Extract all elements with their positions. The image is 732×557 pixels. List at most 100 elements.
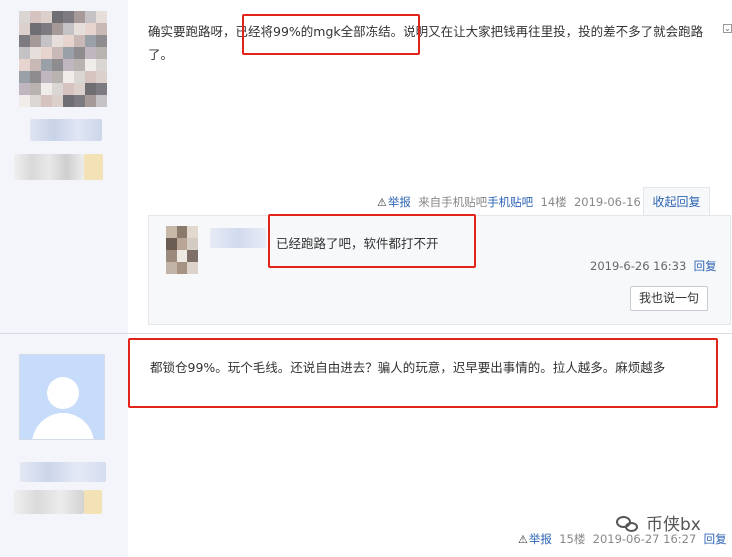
avatar-mosaic-tile (41, 35, 52, 47)
avatar-mosaic-tile (52, 35, 63, 47)
avatar-mosaic-tile (63, 47, 74, 59)
avatar-mosaic-tile (30, 59, 41, 71)
avatar-mosaic-tile (63, 59, 74, 71)
avatar-mosaic-tile (96, 83, 107, 95)
user-avatar-default[interactable] (19, 354, 105, 440)
avatar-mosaic-tile (63, 71, 74, 83)
avatar-mosaic-tile (41, 23, 52, 35)
avatar-mosaic-tile (30, 23, 41, 35)
say-something-button[interactable]: 我也说一句 (630, 286, 708, 311)
avatar-mosaic-tile (30, 83, 41, 95)
post-menu-arrow-icon[interactable]: ⌄ (723, 24, 732, 33)
reply-username-blurred[interactable] (210, 228, 266, 248)
username-blurred[interactable] (20, 462, 106, 482)
floor-number: 14楼 (540, 195, 567, 209)
avatar-mosaic-tile (166, 262, 177, 274)
avatar-mosaic-tile (74, 83, 85, 95)
avatar-mosaic-tile (85, 35, 96, 47)
avatar-mosaic-tile (63, 83, 74, 95)
avatar-mosaic-tile (41, 59, 52, 71)
user-badge-blurred (14, 490, 84, 514)
avatar-mosaic-tile (52, 95, 63, 107)
post-source: 来自手机贴吧 (418, 195, 488, 209)
avatar-mosaic-tile (63, 11, 74, 23)
avatar-mosaic-tile (19, 59, 30, 71)
report-link[interactable]: 举报 (529, 532, 552, 546)
watermark: 币侠bx (616, 510, 732, 540)
warning-triangle-icon: ⚠ (377, 196, 387, 209)
highlight-box (242, 14, 420, 55)
avatar-mosaic-tile (30, 71, 41, 83)
avatar-mosaic-tile (74, 59, 85, 71)
avatar-mosaic-tile (52, 23, 63, 35)
avatar-mosaic-tile (96, 47, 107, 59)
user-level-badge-blurred (84, 490, 102, 514)
avatar-mosaic-tile (96, 59, 107, 71)
avatar-mosaic-tile (176, 226, 188, 238)
user-level-badge-blurred (84, 154, 103, 180)
avatar-mosaic-tile (187, 238, 198, 250)
report-link[interactable]: 举报 (388, 195, 411, 209)
post-divider (0, 333, 732, 334)
avatar-mosaic-tile (85, 83, 96, 95)
post-meta-line: ⚠举报 来自手机贴吧手机贴吧 14楼 2019-06-16 13:33 (377, 194, 678, 210)
reply-user-avatar-pixelated[interactable] (166, 226, 198, 274)
avatar-body-shape (32, 413, 94, 439)
avatar-mosaic-tile (30, 11, 41, 23)
avatar-mosaic-tile (19, 95, 30, 107)
username-blurred[interactable] (30, 119, 102, 141)
avatar-mosaic-tile (96, 35, 107, 47)
avatar-mosaic-tile (41, 11, 52, 23)
avatar-mosaic-tile (96, 95, 107, 107)
avatar-mosaic-tile (41, 47, 52, 59)
avatar-mosaic-tile (176, 238, 188, 250)
highlight-box (128, 338, 718, 408)
avatar-head-shape (47, 377, 79, 409)
floor-number: 15楼 (559, 532, 586, 546)
avatar-mosaic-tile (52, 71, 63, 83)
highlight-box (268, 214, 476, 268)
user-badge-blurred (14, 154, 84, 180)
avatar-mosaic-tile (52, 11, 63, 23)
warning-triangle-icon: ⚠ (518, 533, 528, 546)
avatar-mosaic-tile (187, 226, 198, 238)
avatar-mosaic-tile (166, 250, 177, 262)
avatar-mosaic-tile (30, 47, 41, 59)
user-avatar-pixelated[interactable] (19, 11, 107, 107)
avatar-mosaic-tile (96, 11, 107, 23)
avatar-mosaic-tile (63, 35, 74, 47)
avatar-mosaic-tile (19, 47, 30, 59)
avatar-mosaic-tile (96, 71, 107, 83)
avatar-mosaic-tile (41, 71, 52, 83)
reply-link[interactable]: 回复 (694, 259, 717, 273)
avatar-mosaic-tile (85, 11, 96, 23)
avatar-mosaic-tile (19, 11, 30, 23)
avatar-mosaic-tile (176, 262, 188, 274)
avatar-mosaic-tile (74, 35, 85, 47)
watermark-text: 币侠bx (646, 515, 701, 535)
avatar-mosaic-tile (166, 238, 177, 250)
avatar-mosaic-tile (74, 47, 85, 59)
avatar-mosaic-tile (30, 95, 41, 107)
avatar-mosaic-tile (52, 47, 63, 59)
avatar-mosaic-tile (19, 83, 30, 95)
avatar-mosaic-tile (63, 95, 74, 107)
collapse-replies-button[interactable]: 收起回复 (643, 187, 710, 216)
avatar-mosaic-tile (19, 35, 30, 47)
mobile-tieba-link[interactable]: 手机贴吧 (487, 195, 533, 209)
avatar-mosaic-tile (187, 250, 198, 262)
avatar-mosaic-tile (187, 262, 198, 274)
avatar-mosaic-tile (52, 59, 63, 71)
avatar-mosaic-tile (166, 226, 177, 238)
avatar-mosaic-tile (176, 250, 188, 262)
avatar-mosaic-tile (19, 23, 30, 35)
avatar-mosaic-tile (85, 47, 96, 59)
avatar-mosaic-tile (74, 71, 85, 83)
avatar-mosaic-tile (85, 23, 96, 35)
avatar-mosaic-tile (85, 71, 96, 83)
avatar-mosaic-tile (52, 83, 63, 95)
avatar-mosaic-tile (41, 95, 52, 107)
wechat-icon (616, 515, 642, 535)
post-content: 确实要跑路呀，已经将99%的mgk全部冻结。说明又在让大家把钱再往里投，投的差不… (148, 24, 704, 62)
avatar-mosaic-tile (41, 83, 52, 95)
